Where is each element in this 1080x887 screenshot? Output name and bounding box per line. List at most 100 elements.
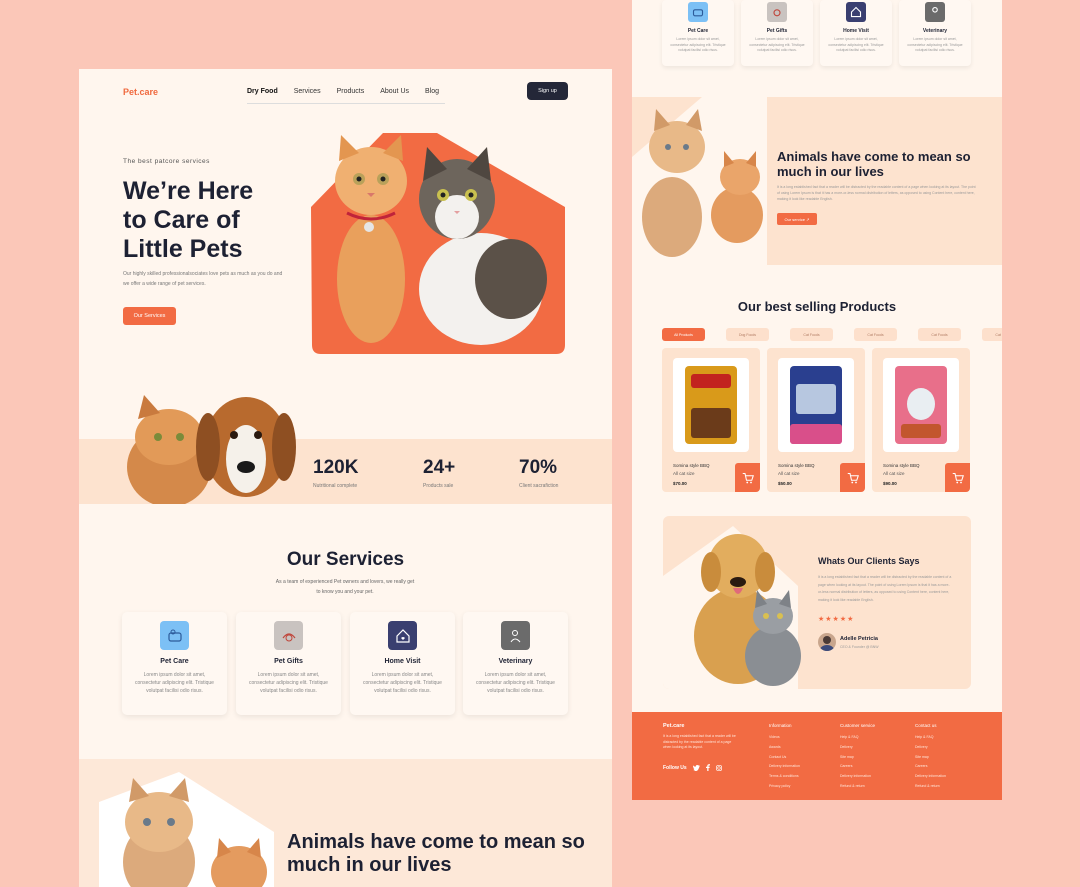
follow-us: Follow Us	[663, 764, 722, 771]
top-nav: Pet.care Dry Food Services Products Abou…	[79, 69, 612, 129]
pet-care-icon	[160, 621, 189, 650]
stat-products-sale: 24+ Products sale	[423, 457, 455, 489]
footer-link[interactable]: Careers	[915, 762, 946, 772]
footer-link[interactable]: Delivery	[915, 743, 946, 753]
nav-links: Dry Food Services Products About Us Blog	[247, 88, 439, 95]
product-price: $90.00	[883, 481, 897, 486]
footer-column-contact-us: Contact us Help & FAQ Delivery Site map …	[915, 723, 946, 792]
service-name: Home Visit	[843, 28, 869, 34]
service-desc: Lorem ipsum dolor sit amet, consectetur …	[363, 672, 442, 694]
product-image	[778, 358, 854, 452]
footer-link[interactable]: Site map	[915, 753, 946, 763]
service-desc: Lorem ipsum dolor sit amet, consectetur …	[670, 37, 726, 52]
footer-link[interactable]: Terms & conditions	[769, 772, 800, 782]
nav-divider	[247, 103, 445, 104]
instagram-icon[interactable]	[715, 764, 722, 771]
product-name: Somina style BBQ	[883, 463, 920, 468]
stat-nutritional: 120K Nutritional complete	[313, 457, 358, 489]
footer-link[interactable]: Site map	[840, 753, 875, 763]
tab-cat-foods[interactable]: Cat Foods	[790, 328, 833, 341]
mini-service-pet-care[interactable]: Pet Care Lorem ipsum dolor sit amet, con…	[662, 0, 734, 66]
product-image	[673, 358, 749, 452]
our-services-button[interactable]: Our Services	[123, 307, 176, 325]
cart-icon[interactable]	[945, 463, 970, 492]
stat-value: 120K	[313, 457, 359, 478]
footer-link[interactable]: Delivery	[840, 743, 875, 753]
nav-dry-food[interactable]: Dry Food	[247, 88, 278, 95]
product-size: All cat size	[778, 471, 800, 476]
cart-icon[interactable]	[840, 463, 865, 492]
signup-button[interactable]: Sign up	[527, 82, 568, 100]
stat-value: 24+	[423, 457, 456, 478]
nav-products[interactable]: Products	[337, 88, 365, 95]
footer-link[interactable]: Videos	[769, 733, 800, 743]
footer-link[interactable]: Contact Us	[769, 753, 800, 763]
footer-link[interactable]: Awards	[769, 743, 800, 753]
service-name: Home Visit	[384, 658, 421, 665]
product-card[interactable]: Somina style BBQ All cat size $70.00	[662, 348, 760, 492]
service-card-pet-care[interactable]: Pet Care Lorem ipsum dolor sit amet, con…	[122, 612, 227, 715]
footer: Pet.care It is a long established fact t…	[632, 712, 1002, 800]
about-kittens-image	[632, 97, 767, 265]
products-title: Our best selling Products	[737, 299, 897, 314]
footer-link[interactable]: Careers	[840, 762, 875, 772]
testimonial-title: Whats Our Clients Says	[818, 556, 920, 566]
about-kittens-image	[99, 772, 274, 887]
pet-gifts-icon	[767, 2, 787, 22]
dog-and-cat-image	[663, 526, 801, 689]
nav-about-us[interactable]: About Us	[380, 88, 409, 95]
pet-gifts-icon	[274, 621, 303, 650]
footer-link[interactable]: Privacy policy	[769, 782, 800, 792]
about-title: Animals have come to mean so much in our…	[287, 831, 585, 876]
twitter-icon[interactable]	[692, 764, 700, 771]
product-name: Somina style BBQ	[673, 463, 710, 468]
product-card[interactable]: Somina style BBQ All cat size $90.00	[872, 348, 970, 492]
footer-column-customer-service: Customer service Help & FAQ Delivery Sit…	[840, 723, 875, 792]
cart-icon[interactable]	[735, 463, 760, 492]
footer-link[interactable]: Delivery information	[840, 772, 875, 782]
service-card-veterinary[interactable]: Veterinary Lorem ipsum dolor sit amet, c…	[463, 612, 568, 715]
mini-service-home-visit[interactable]: Home Visit Lorem ipsum dolor sit amet, c…	[820, 0, 892, 66]
nav-services[interactable]: Services	[294, 88, 321, 95]
our-service-button[interactable]: Our service ↗	[777, 213, 817, 225]
service-card-pet-gifts[interactable]: Pet Gifts Lorem ipsum dolor sit amet, co…	[236, 612, 341, 715]
veterinary-icon	[925, 2, 945, 22]
service-name: Pet Gifts	[766, 28, 788, 34]
follow-us-label: Follow Us	[663, 764, 687, 771]
footer-link[interactable]: Delivery information	[769, 762, 800, 772]
tab-all-products[interactable]: All Products	[662, 328, 705, 341]
service-name: Pet Care	[687, 28, 709, 34]
tab-cat-foods[interactable]: Cat Foods	[854, 328, 897, 341]
nav-blog[interactable]: Blog	[425, 88, 439, 95]
service-desc: Lorem ipsum dolor sit amet, consectetur …	[476, 672, 555, 694]
hero-cats-image	[311, 133, 565, 354]
services-subtitle: As a team of experienced Pet owners and …	[275, 579, 415, 595]
footer-logo[interactable]: Pet.care	[663, 723, 684, 729]
product-card[interactable]: Somina style BBQ All cat size $50.00	[767, 348, 865, 492]
tab-cat-foods[interactable]: Cat Foods	[918, 328, 961, 341]
footer-description: It is a long established fact that a rea…	[663, 734, 736, 749]
service-card-home-visit[interactable]: Home Visit Lorem ipsum dolor sit amet, c…	[350, 612, 455, 715]
landing-page-right: Pet Care Lorem ipsum dolor sit amet, con…	[632, 0, 1002, 800]
tab-cat-foods[interactable]: Cat Foods	[982, 328, 1002, 341]
logo[interactable]: Pet.care	[123, 87, 158, 97]
tab-dog-foods[interactable]: Dog Foods	[726, 328, 769, 341]
footer-column-information: Information Videos Awards Contact Us Del…	[769, 723, 800, 792]
service-name: Pet Gifts	[274, 658, 303, 665]
service-desc: Lorem ipsum dolor sit amet, consectetur …	[907, 37, 963, 52]
stat-label: Nutritional complete	[313, 483, 358, 489]
mini-service-veterinary[interactable]: Veterinary Lorem ipsum dolor sit amet, c…	[899, 0, 971, 66]
footer-link[interactable]: Help & FAQ	[840, 733, 875, 743]
testimonial-section: Whats Our Clients Says It is a long esta…	[663, 516, 971, 689]
footer-link[interactable]: Refund & return	[915, 782, 946, 792]
service-name: Pet Care	[160, 658, 189, 665]
facebook-icon[interactable]	[705, 764, 710, 771]
stat-value: 70%	[519, 457, 558, 478]
mini-service-pet-gifts[interactable]: Pet Gifts Lorem ipsum dolor sit amet, co…	[741, 0, 813, 66]
service-desc: Lorem ipsum dolor sit amet, consectetur …	[749, 37, 805, 52]
footer-link[interactable]: Help & FAQ	[915, 733, 946, 743]
footer-link[interactable]: Refund & return	[840, 782, 875, 792]
product-size: All cat size	[673, 471, 695, 476]
footer-link[interactable]: Delivery information	[915, 772, 946, 782]
avatar	[818, 633, 836, 651]
